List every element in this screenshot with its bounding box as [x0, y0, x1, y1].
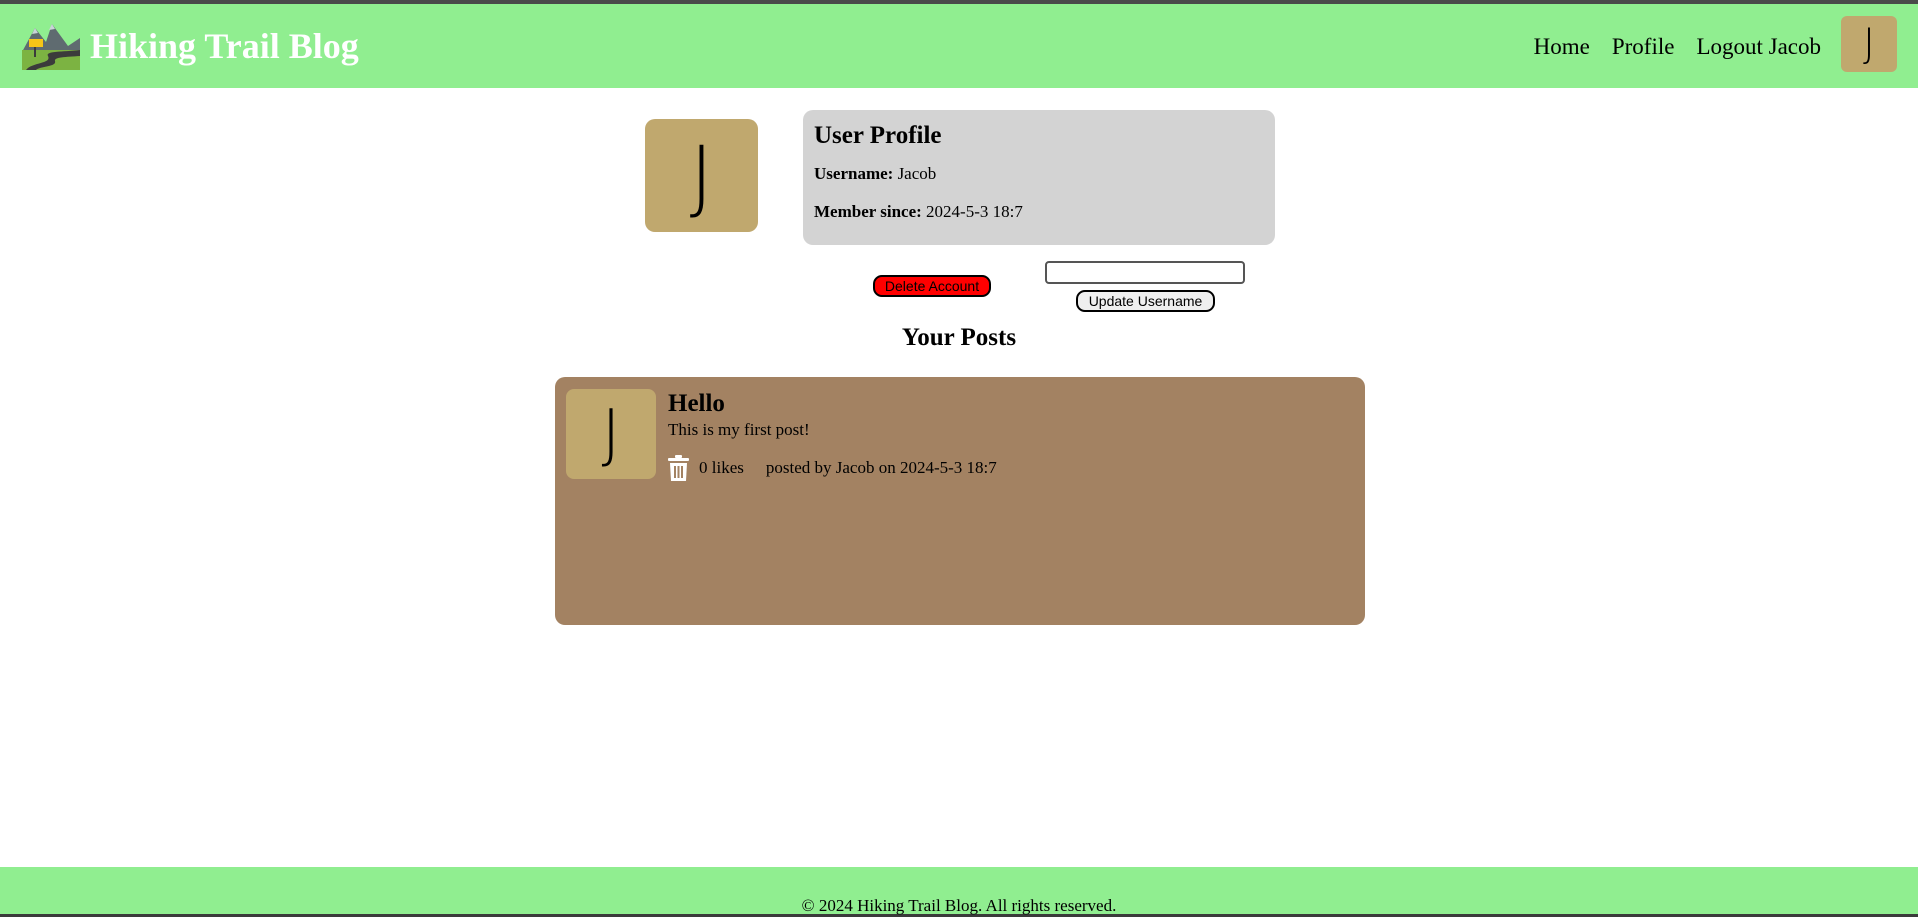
- site-title[interactable]: Hiking Trail Blog: [90, 25, 359, 67]
- update-username-button[interactable]: Update Username: [1076, 290, 1215, 312]
- your-posts-heading: Your Posts: [901, 324, 1017, 351]
- nav-home-link[interactable]: Home: [1534, 34, 1590, 60]
- mountain-trail-logo-icon[interactable]: [22, 20, 80, 70]
- profile-card: User Profile Username: Jacob Member sinc…: [803, 110, 1275, 245]
- member-since-label: Member since:: [814, 202, 922, 221]
- post-body: This is my first post!: [668, 420, 810, 439]
- new-username-input[interactable]: [1045, 261, 1245, 284]
- main-nav: Home Profile Logout Jacob: [1534, 34, 1821, 60]
- member-since-value: 2024-5-3 18:7: [926, 202, 1023, 221]
- post-byline: posted by Jacob on 2024-5-3 18:7: [765, 458, 997, 477]
- trash-icon[interactable]: [668, 455, 689, 481]
- footer-copyright: © 2024 Hiking Trail Blog. All rights res…: [801, 896, 1117, 915]
- nav-logout-link[interactable]: Logout Jacob: [1696, 34, 1821, 60]
- site-header: Hiking Trail Blog Home Profile Logout Ja…: [0, 4, 1918, 88]
- username-label: Username:: [814, 164, 894, 183]
- delete-account-button[interactable]: Delete Account: [873, 275, 991, 297]
- site-footer: © 2024 Hiking Trail Blog. All rights res…: [0, 867, 1918, 917]
- nav-avatar[interactable]: J: [1841, 16, 1897, 72]
- post-author-avatar: J: [566, 389, 656, 479]
- post-meta: 0 likes posted by Jacob on 2024-5-3 18:7: [668, 455, 997, 481]
- nav-profile-link[interactable]: Profile: [1612, 34, 1675, 60]
- post-likes-count: 0 likes: [699, 458, 744, 477]
- profile-title: User Profile: [814, 122, 942, 149]
- post-card: J Hello This is my first post! 0 likes p…: [555, 377, 1365, 625]
- profile-username-row: Username: Jacob: [814, 164, 1264, 184]
- username-value: Jacob: [897, 164, 937, 183]
- profile-avatar: J: [645, 119, 758, 232]
- profile-member-since-row: Member since: 2024-5-3 18:7: [814, 202, 1264, 222]
- post-title: Hello: [668, 390, 725, 417]
